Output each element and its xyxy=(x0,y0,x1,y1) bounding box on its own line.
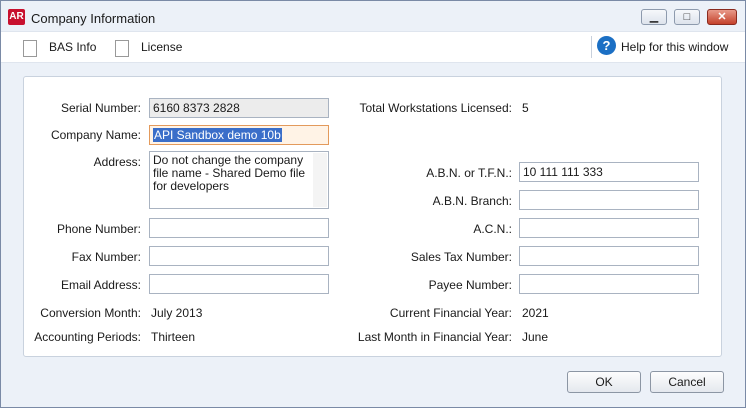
help-icon[interactable]: ? xyxy=(597,36,616,55)
abn-tfn-label: A.B.N. or T.F.N.: xyxy=(426,166,512,180)
fax-number-label: Fax Number: xyxy=(71,250,141,264)
sales-tax-number-label: Sales Tax Number: xyxy=(410,250,512,264)
total-workstations-value: 5 xyxy=(522,101,529,115)
bas-info-label: BAS Info xyxy=(49,40,97,54)
serial-number-label: Serial Number: xyxy=(60,101,141,115)
address-label: Address: xyxy=(93,155,141,169)
address-field[interactable]: Do not change the company file name - Sh… xyxy=(149,151,329,209)
company-name-label: Company Name: xyxy=(50,128,141,142)
phone-number-field[interactable] xyxy=(149,218,329,238)
title-bar: AR Company Information ▁ □ ✕ xyxy=(1,1,745,31)
conversion-month-value: July 2013 xyxy=(151,306,203,320)
acn-field[interactable] xyxy=(519,218,699,238)
minimize-icon: ▁ xyxy=(649,11,659,23)
license-certificate-icon xyxy=(115,40,129,57)
address-value: Do not change the company file name - Sh… xyxy=(153,153,306,193)
fax-number-field[interactable] xyxy=(149,246,329,266)
current-financial-year-label: Current Financial Year: xyxy=(389,306,512,320)
license-label: License xyxy=(141,40,183,54)
payee-number-field[interactable] xyxy=(519,274,699,294)
abn-branch-label: A.B.N. Branch: xyxy=(432,194,512,208)
sales-tax-number-field[interactable] xyxy=(519,246,699,266)
accounting-periods-value: Thirteen xyxy=(151,330,196,344)
current-financial-year-value: 2021 xyxy=(522,306,549,320)
close-icon: ✕ xyxy=(717,11,727,23)
window-title: Company Information xyxy=(31,11,156,26)
acn-label: A.C.N.: xyxy=(473,222,512,236)
last-month-financial-year-label: Last Month in Financial Year: xyxy=(357,330,512,344)
app-icon: AR xyxy=(8,9,25,25)
cancel-button[interactable]: Cancel xyxy=(650,371,724,393)
toolbar-separator xyxy=(591,36,592,58)
form-panel: Serial Number: 6160 8373 2828 Company Na… xyxy=(23,76,722,357)
maximize-icon: □ xyxy=(683,11,691,23)
bas-document-icon xyxy=(23,40,37,57)
ok-button[interactable]: OK xyxy=(567,371,641,393)
toolbar: BAS Info License ? Help for this window xyxy=(1,31,745,63)
total-workstations-label: Total Workstations Licensed: xyxy=(359,101,512,115)
bas-info-button[interactable]: BAS Info xyxy=(23,37,103,57)
serial-number-field: 6160 8373 2828 xyxy=(149,98,329,118)
email-address-field[interactable] xyxy=(149,274,329,294)
phone-number-label: Phone Number: xyxy=(56,222,141,236)
accounting-periods-label: Accounting Periods: xyxy=(34,330,141,344)
help-link[interactable]: Help for this window xyxy=(621,37,728,57)
conversion-month-label: Conversion Month: xyxy=(40,306,141,320)
company-name-value: API Sandbox demo 10b xyxy=(153,128,282,142)
company-information-window: AR Company Information ▁ □ ✕ BAS Info Li… xyxy=(0,0,746,408)
license-button[interactable]: License xyxy=(115,37,195,57)
abn-tfn-field[interactable]: 10 111 111 333 xyxy=(519,162,699,182)
email-address-label: Email Address: xyxy=(60,278,141,292)
abn-branch-field[interactable] xyxy=(519,190,699,210)
minimize-button[interactable]: ▁ xyxy=(641,9,667,25)
last-month-financial-year-value: June xyxy=(522,330,549,344)
maximize-button[interactable]: □ xyxy=(674,9,700,25)
company-name-field[interactable]: API Sandbox demo 10b xyxy=(149,125,329,145)
close-button[interactable]: ✕ xyxy=(707,9,737,25)
payee-number-label: Payee Number: xyxy=(428,278,512,292)
